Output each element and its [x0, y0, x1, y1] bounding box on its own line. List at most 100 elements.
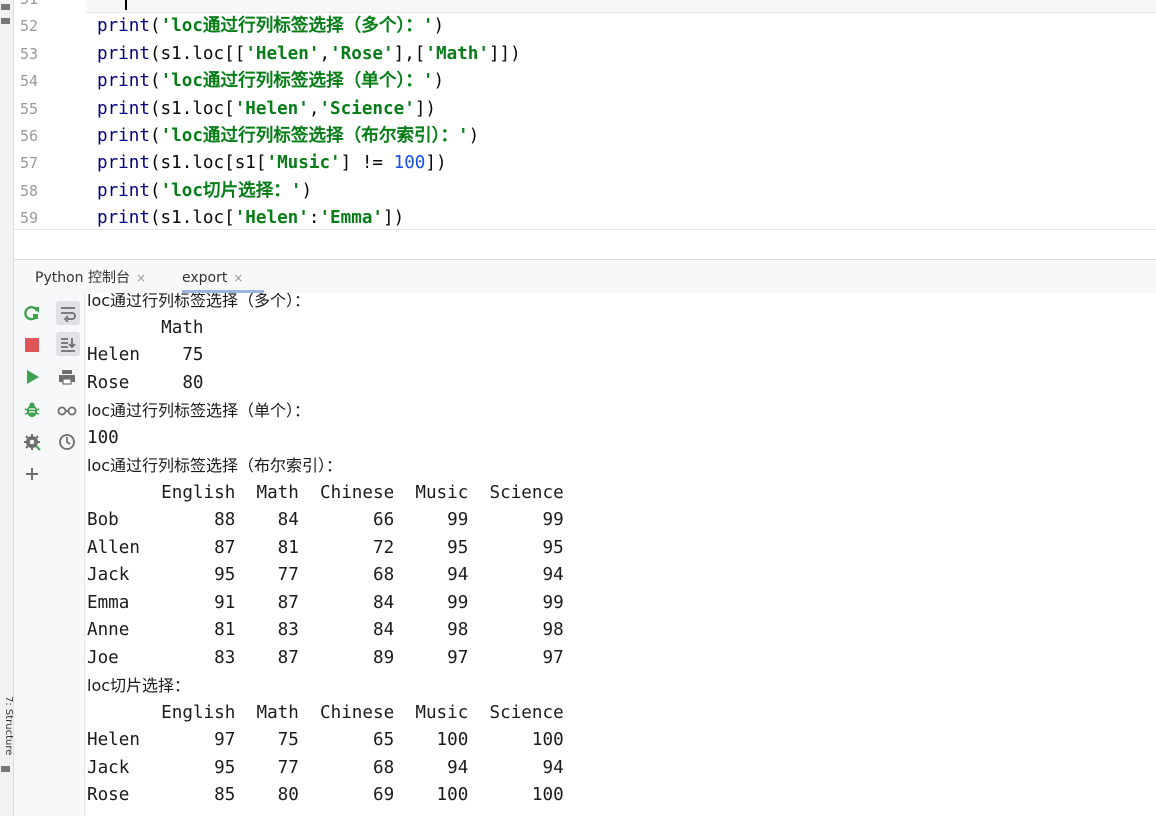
console-line: 100: [87, 427, 119, 448]
console-line: loc通过行列标签选择（单个）：: [87, 401, 311, 420]
line-number: 54: [20, 72, 39, 91]
console-line: Helen 75: [87, 345, 204, 365]
code-token: 'Rose': [330, 43, 394, 64]
code-token: (s1.loc[s1[: [149, 153, 267, 174]
console-line: English Math Chinese Music Science: [87, 702, 564, 723]
code-token: 'Emma': [319, 208, 384, 229]
console-line: English Math Chinese Music Science: [87, 482, 564, 503]
console-line: Jack 95 77 68 94 94: [87, 757, 564, 778]
tab-label: Python 控制台: [35, 270, 130, 286]
console-line: Jack 95 77 68 94 94: [87, 565, 564, 585]
console-line: Rose 85 80 69 100 100: [87, 785, 564, 805]
code-line: print('loc通过行列标签选择（多个）：'): [97, 13, 444, 40]
code-token: print: [97, 126, 150, 146]
line-number: 53: [20, 44, 39, 63]
console-line: Bob 88 84 66 99 99: [87, 510, 564, 530]
tab-python-console[interactable]: Python 控制台 ×: [35, 268, 146, 288]
console-line: Anne 81 83 84 98 98: [87, 620, 564, 640]
tab-label: export: [182, 270, 228, 286]
console-line: loc通过行列标签选择（多个）：: [87, 293, 311, 310]
line-number: 55: [20, 99, 39, 118]
code-editor[interactable]: 515253545556575859 print('loc通过行列标签选择（多个…: [14, 0, 1156, 229]
strip-marker-icon: [1, 4, 10, 10]
console-line: Joe 83 87 89 97 97: [87, 647, 564, 668]
structure-tool-tab[interactable]: 7: Structure: [2, 696, 14, 755]
add-icon[interactable]: [21, 463, 43, 485]
code-line: print(s1.loc[s1['Music'] != 100]): [97, 150, 447, 177]
run-icon[interactable]: [21, 366, 43, 388]
code-token: 'Music': [266, 153, 341, 174]
console-line: Allen 87 81 72 95 95: [87, 537, 564, 558]
line-number: 52: [20, 17, 39, 36]
code-token: ): [433, 16, 445, 37]
code-token: 'Helen': [234, 98, 309, 119]
code-token: ): [301, 180, 313, 201]
glasses-icon[interactable]: [56, 399, 78, 421]
code-token: ],[: [393, 43, 426, 64]
code-line: print('loc切片选择：'): [97, 178, 312, 205]
console-line: loc切片选择：: [87, 676, 191, 695]
soft-wrap-icon[interactable]: [56, 301, 80, 325]
code-token: print: [97, 98, 150, 119]
code-token: :: [308, 208, 320, 229]
line-number: 56: [20, 127, 39, 145]
code-token: (: [149, 16, 161, 37]
code-token: 'loc切片选择：': [160, 180, 302, 201]
code-token: print: [97, 208, 150, 229]
stop-icon[interactable]: [21, 334, 43, 356]
close-icon[interactable]: ×: [136, 271, 146, 285]
line-number: 51: [20, 0, 50, 13]
editor-top-strip: [14, 0, 1156, 13]
code-token: print: [97, 71, 150, 92]
history-icon[interactable]: [56, 431, 78, 453]
structure-icon: [1, 766, 10, 772]
line-number: 59: [20, 209, 39, 228]
code-token: (s1.loc[: [149, 98, 235, 119]
console-line: Helen 97 75 65 100 100: [87, 730, 564, 750]
strip-marker-icon: [1, 18, 10, 24]
close-icon[interactable]: ×: [233, 271, 243, 285]
code-token: ): [433, 71, 445, 92]
scroll-to-end-icon[interactable]: [56, 332, 80, 356]
code-token: print: [97, 16, 150, 37]
code-token: ,: [319, 43, 331, 64]
console-line: Rose 80: [87, 372, 204, 393]
code-token: ]): [425, 153, 447, 174]
code-token: (: [149, 126, 161, 146]
code-token: 'Helen': [245, 43, 320, 64]
editor-bottom-gap: [14, 229, 1156, 260]
code-token: 'Science': [319, 98, 415, 119]
code-token: (: [149, 180, 161, 201]
tab-export[interactable]: export ×: [182, 268, 243, 288]
code-line: print(s1.loc['Helen':'Emma']): [97, 205, 404, 229]
line-number: 57: [20, 154, 39, 173]
code-token: 'loc通过行列标签选择（多个）：': [160, 16, 434, 37]
code-line: print(s1.loc['Helen','Science']): [97, 96, 436, 123]
settings-icon[interactable]: [21, 431, 43, 453]
code-token: ,: [308, 98, 320, 119]
code-token: ] !=: [340, 153, 394, 174]
code-token: 100: [393, 153, 426, 174]
console-output[interactable]: loc通过行列标签选择（多个）： Math Helen 75 Rose 80 loc通…: [87, 293, 1156, 816]
tool-window-tabs: Python 控制台 × export ×: [14, 259, 1156, 294]
code-token: 'loc通过行列标签选择（单个）：': [160, 71, 434, 92]
debug-icon[interactable]: [21, 399, 43, 421]
run-toolbar: [14, 293, 51, 816]
line-number: 58: [20, 181, 39, 200]
left-tool-strip: 7: Structure: [0, 0, 14, 816]
code-token: ]]): [488, 43, 521, 64]
code-token: 'loc通过行列标签选择（布尔索引）：': [160, 126, 469, 146]
rerun-icon[interactable]: [21, 302, 43, 324]
console-line: Math: [87, 317, 204, 338]
code-token: print: [97, 43, 150, 64]
console-line: Emma 91 87 84 99 99: [87, 592, 564, 613]
print-icon[interactable]: [56, 366, 78, 388]
code-token: 'Math': [425, 43, 489, 64]
code-token: ]): [383, 208, 405, 229]
code-token: (: [149, 71, 161, 92]
code-token: print: [97, 180, 150, 201]
code-line: print(s1.loc[['Helen','Rose'],['Math']]): [97, 41, 521, 68]
console-line: loc通过行列标签选择（布尔索引）：: [87, 456, 343, 475]
code-line: print('loc通过行列标签选择（布尔索引）：'): [97, 123, 479, 150]
code-token: ]): [414, 98, 436, 119]
